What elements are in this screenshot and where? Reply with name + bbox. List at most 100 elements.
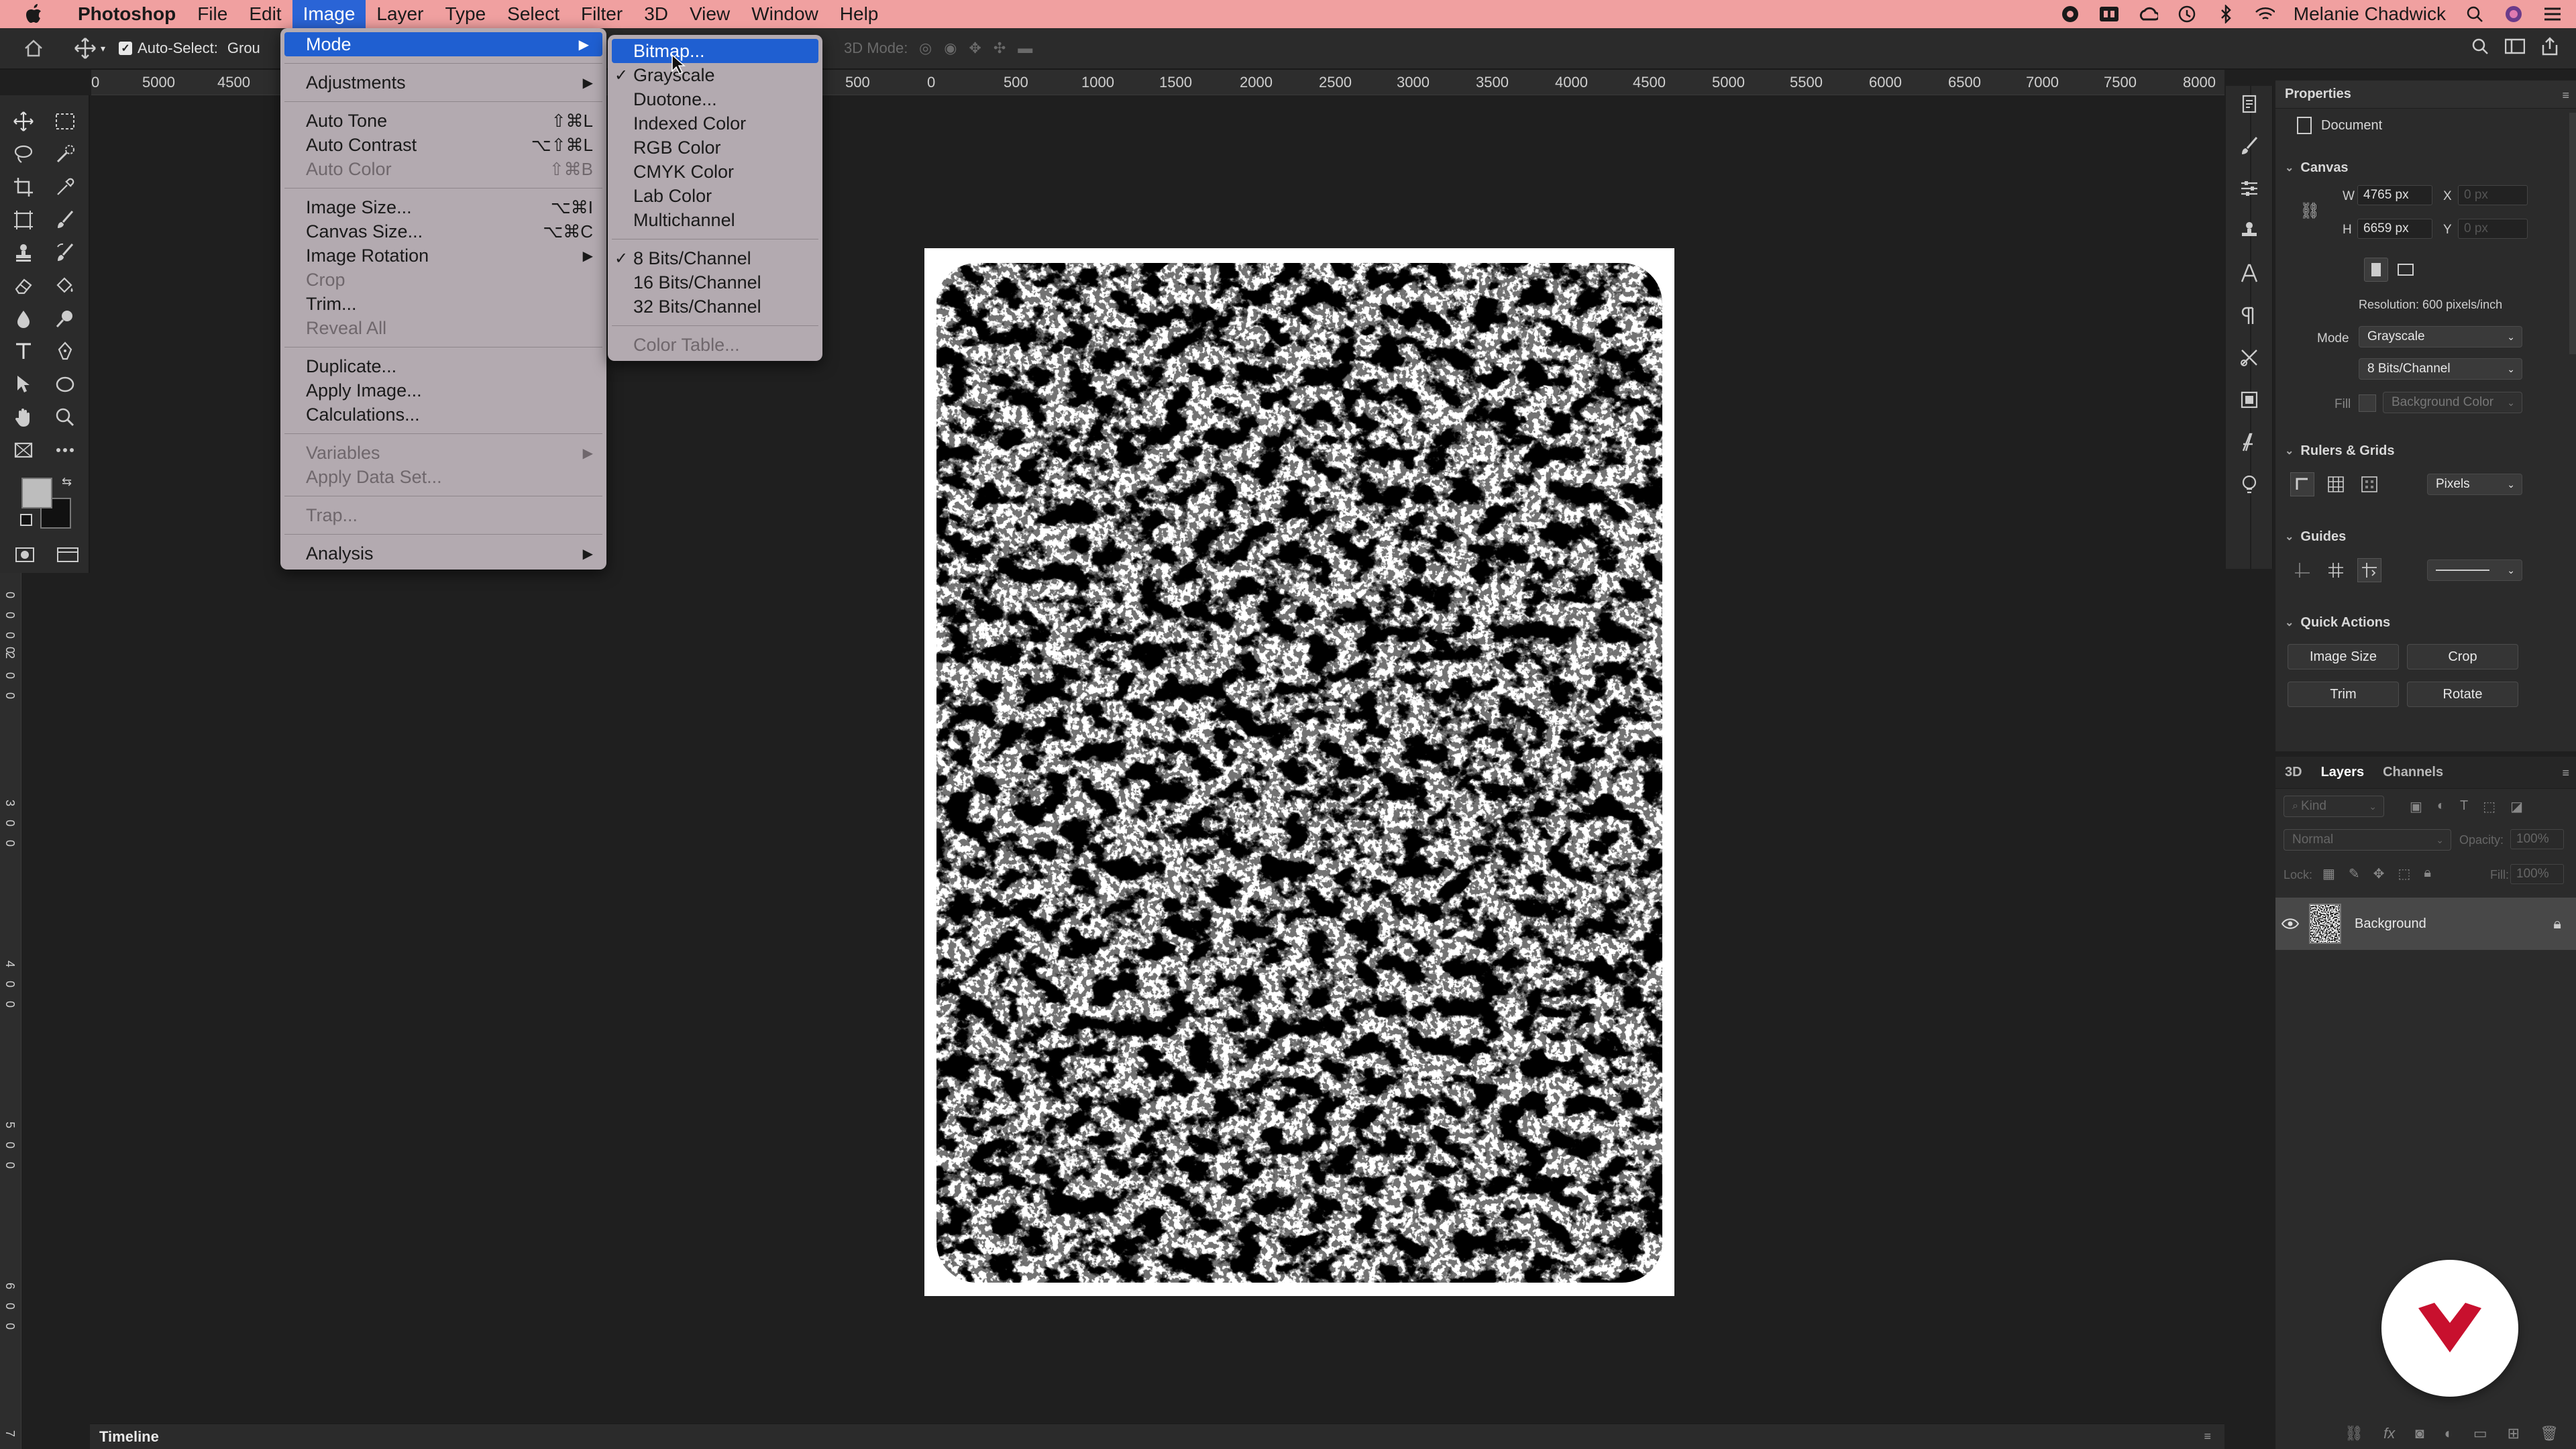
pixel-grid-icon[interactable] xyxy=(2357,472,2381,496)
character-panel-icon[interactable] xyxy=(2239,263,2259,286)
image-size-button[interactable]: Image Size xyxy=(2288,644,2399,669)
lock-all-icon[interactable]: 🔒︎ xyxy=(2424,865,2431,882)
panel-menu-icon[interactable]: ≡ xyxy=(2204,1430,2211,1444)
menu-item-rgb-color[interactable]: RGB Color xyxy=(608,136,822,160)
add-mask-icon[interactable]: ◙ xyxy=(2415,1425,2424,1442)
portrait-orientation-icon[interactable] xyxy=(2364,258,2388,282)
history-brush-tool-icon[interactable] xyxy=(44,236,86,269)
home-icon[interactable] xyxy=(0,28,67,69)
default-colors-icon[interactable] xyxy=(20,514,32,526)
lasso-tool-icon[interactable] xyxy=(3,138,44,170)
slide-3d-icon[interactable]: ✣ xyxy=(994,40,1006,57)
share-icon[interactable] xyxy=(2541,37,2559,60)
guides-toggle-icon[interactable] xyxy=(2290,558,2314,582)
auto-select-checkbox[interactable]: ✓ Auto-Select: xyxy=(112,28,225,69)
guides-section-header[interactable]: ⌄ Guides xyxy=(2275,523,2576,550)
search-icon[interactable] xyxy=(2471,38,2489,59)
brush-settings-panel-icon[interactable] xyxy=(2239,136,2259,160)
orbit-3d-icon[interactable]: ◎ xyxy=(919,40,932,57)
scale-3d-icon[interactable]: ▬ xyxy=(1018,40,1032,57)
smart-object-filter-icon[interactable]: ◪ xyxy=(2510,798,2523,815)
blur-tool-icon[interactable] xyxy=(3,302,44,335)
menu-select[interactable]: Select xyxy=(496,0,570,28)
menu-view[interactable]: View xyxy=(679,0,741,28)
trash-icon[interactable]: 🗑︎ xyxy=(2540,1425,2559,1442)
menu-item-16-bits[interactable]: 16 Bits/Channel xyxy=(608,270,822,294)
move-tool-preset[interactable]: ▾ xyxy=(67,28,112,69)
screen-mode-icon[interactable] xyxy=(56,546,79,567)
new-layer-icon[interactable]: ⊞ xyxy=(2508,1425,2520,1442)
time-machine-icon[interactable] xyxy=(2177,4,2197,24)
pen-tool-icon[interactable] xyxy=(44,335,86,368)
frame-tool-icon[interactable] xyxy=(3,203,44,236)
menu-item-canvas-size[interactable]: Canvas Size... ⌥⌘C xyxy=(280,219,606,244)
move-tool-icon[interactable] xyxy=(3,105,44,138)
menu-item-32-bits[interactable]: 32 Bits/Channel xyxy=(608,294,822,319)
menu-image[interactable]: Image xyxy=(292,0,366,28)
lock-position-icon[interactable]: ✥ xyxy=(2373,865,2385,882)
search-icon[interactable] xyxy=(2465,4,2485,24)
lock-pixels-icon[interactable]: ✎ xyxy=(2349,865,2360,882)
menu-app-name[interactable]: Photoshop xyxy=(67,0,186,28)
learn-panel-icon[interactable] xyxy=(2239,474,2259,498)
layer-row-background[interactable]: Background 🔒︎ xyxy=(2275,898,2576,950)
foreground-color-swatch[interactable] xyxy=(21,478,52,508)
new-group-icon[interactable]: ▭ xyxy=(2473,1425,2487,1442)
menu-item-calculations[interactable]: Calculations... xyxy=(280,402,606,427)
glyphs-panel-icon[interactable] xyxy=(2239,432,2259,455)
fill-color-swatch[interactable] xyxy=(2359,394,2376,412)
shape-filter-icon[interactable]: ⬚ xyxy=(2483,798,2496,815)
ruler-toggle-icon[interactable] xyxy=(2290,472,2314,496)
ellipse-tool-icon[interactable] xyxy=(44,368,86,400)
apple-icon[interactable] xyxy=(0,4,67,24)
ruler-unit-select[interactable]: Pixels ⌄ xyxy=(2427,474,2522,495)
menu-help[interactable]: Help xyxy=(829,0,890,28)
tab-channels[interactable]: Channels xyxy=(2383,765,2443,780)
link-layers-icon[interactable]: ⛓ xyxy=(2345,1425,2363,1442)
paragraph-panel-icon[interactable] xyxy=(2239,305,2259,329)
eraser-tool-icon[interactable] xyxy=(3,269,44,302)
link-icon[interactable]: ⛓ xyxy=(2300,201,2320,221)
guide-style-select[interactable]: ⌄ xyxy=(2427,559,2522,581)
lock-transparency-icon[interactable]: ▦ xyxy=(2322,865,2335,882)
marquee-tool-icon[interactable] xyxy=(44,105,86,138)
zoom-tool-icon[interactable] xyxy=(44,400,86,433)
menu-item-trim[interactable]: Trim... xyxy=(280,292,606,316)
menu-item-analysis[interactable]: Analysis ▶ xyxy=(280,541,606,566)
stamp-tool-icon[interactable] xyxy=(3,236,44,269)
brush-tool-icon[interactable] xyxy=(44,203,86,236)
y-field[interactable]: 0 px xyxy=(2458,219,2528,239)
properties-scrollbar[interactable] xyxy=(2569,113,2576,354)
layer-style-icon[interactable]: fx xyxy=(2383,1425,2395,1442)
canvas-section-header[interactable]: ⌄ Canvas xyxy=(2275,154,2576,181)
workspace-icon[interactable] xyxy=(2504,38,2526,58)
landscape-orientation-icon[interactable] xyxy=(2394,258,2418,282)
menu-layer[interactable]: Layer xyxy=(366,0,434,28)
menu-item-duotone[interactable]: Duotone... xyxy=(608,87,822,111)
swap-colors-icon[interactable]: ⇆ xyxy=(62,475,72,489)
paint-bucket-tool-icon[interactable] xyxy=(44,269,86,302)
more-tools-icon[interactable] xyxy=(44,433,86,466)
menu-item-apply-image[interactable]: Apply Image... xyxy=(280,378,606,402)
trim-button[interactable]: Trim xyxy=(2288,682,2399,707)
creative-cloud-icon[interactable] xyxy=(2138,4,2158,24)
panel-menu-icon[interactable]: ≡ xyxy=(2562,89,2569,103)
bit-depth-select[interactable]: 8 Bits/Channel ⌄ xyxy=(2359,358,2522,380)
roll-3d-icon[interactable]: ◉ xyxy=(944,40,957,57)
adjustment-filter-icon[interactable]: ◐ xyxy=(2437,798,2445,815)
tab-layers[interactable]: Layers xyxy=(2321,765,2365,780)
user-name[interactable]: Melanie Chadwick xyxy=(2294,3,2446,25)
menu-item-mode[interactable]: Mode ▶ xyxy=(284,32,602,56)
width-field[interactable]: 4765 px xyxy=(2357,185,2432,205)
menu-window[interactable]: Window xyxy=(741,0,829,28)
timeline-panel[interactable]: Timeline ≡ xyxy=(90,1424,2224,1449)
panel-menu-icon[interactable]: ≡ xyxy=(2562,766,2569,780)
smart-guides-icon[interactable] xyxy=(2357,558,2381,582)
x-field[interactable]: 0 px xyxy=(2458,185,2528,205)
menu-filter[interactable]: Filter xyxy=(570,0,633,28)
menu-item-auto-tone[interactable]: Auto Tone ⇧⌘L xyxy=(280,109,606,133)
rotate-button[interactable]: Rotate xyxy=(2407,682,2518,707)
height-field[interactable]: 6659 px xyxy=(2357,219,2432,239)
type-tool-icon[interactable] xyxy=(3,335,44,368)
quick-select-tool-icon[interactable] xyxy=(44,138,86,170)
